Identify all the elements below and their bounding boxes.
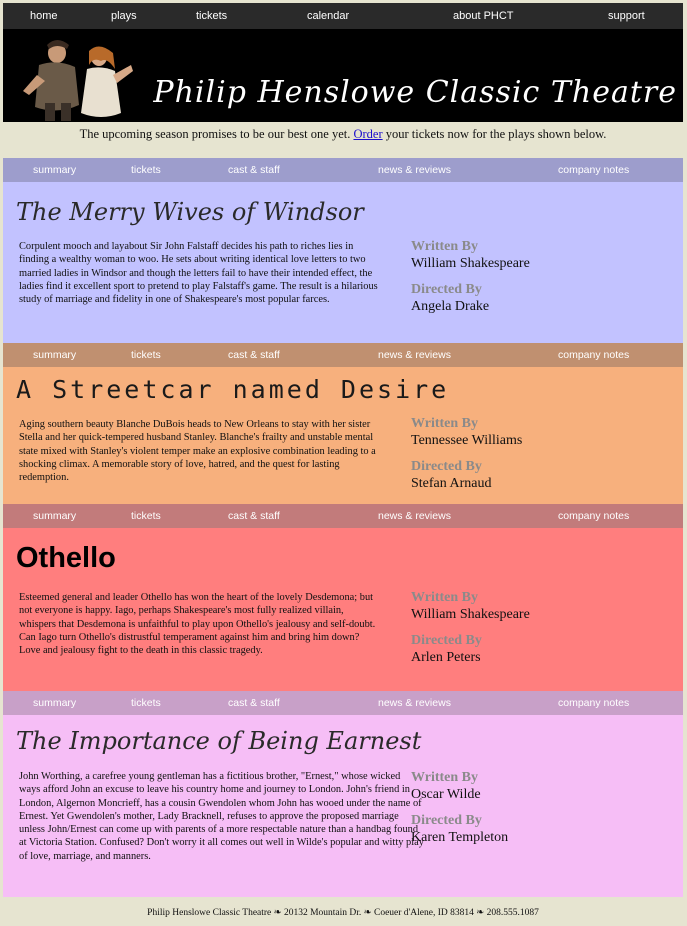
play-nav-earnest: summary tickets cast & staff news & revi… [3,691,683,715]
writer-name: Oscar Wilde [411,787,481,802]
play-nav-tickets[interactable]: tickets [131,697,161,709]
directed-by-label: Directed By [411,633,482,648]
play-streetcar: A Streetcar named Desire Aging southern … [3,367,683,504]
play-description: Esteemed general and leader Othello has … [19,592,376,657]
directed-by-label: Directed By [411,282,482,297]
play-description: Aging southern beauty Blanche DuBois hea… [19,419,376,484]
play-nav-tickets[interactable]: tickets [131,349,161,361]
play-nav-company[interactable]: company notes [558,697,629,709]
play-title: A Streetcar named Desire [16,375,450,404]
intro-text-before: The upcoming season promises to be our b… [79,127,351,141]
play-nav-cast[interactable]: cast & staff [228,164,280,176]
play-title: The Importance of Being Earnest [16,727,422,755]
directed-by-label: Directed By [411,459,482,474]
directed-by-label: Directed By [411,813,482,828]
play-description: Corpulent mooch and layabout Sir John Fa… [19,241,378,306]
intro-text-after: your tickets now for the plays shown bel… [385,127,607,141]
play-nav-summary[interactable]: summary [33,697,76,709]
play-nav-cast[interactable]: cast & staff [228,510,280,522]
play-title: Othello [16,542,116,574]
play-credits: Written By Tennessee Williams Directed B… [411,415,522,501]
play-nav-company[interactable]: company notes [558,164,629,176]
order-link[interactable]: Order [353,127,382,141]
play-nav-cast[interactable]: cast & staff [228,349,280,361]
director-name: Karen Templeton [411,830,509,845]
nav-tickets[interactable]: tickets [196,10,227,22]
play-othello: Othello Esteemed general and leader Othe… [3,528,683,691]
written-by-label: Written By [411,590,479,605]
page-frame: home plays tickets calendar about PHCT s… [3,3,683,897]
writer-name: William Shakespeare [411,256,530,271]
director-name: Stefan Arnaud [411,476,492,491]
written-by-label: Written By [411,770,479,785]
written-by-label: Written By [411,239,479,254]
play-nav-company[interactable]: company notes [558,349,629,361]
director-name: Arlen Peters [411,650,481,665]
top-navigation: home plays tickets calendar about PHCT s… [3,3,683,29]
play-earnest: The Importance of Being Earnest John Wor… [3,715,683,897]
play-nav-summary[interactable]: summary [33,164,76,176]
nav-calendar[interactable]: calendar [307,10,349,22]
play-nav-othello: summary tickets cast & staff news & revi… [3,504,683,528]
play-nav-merry-wives: summary tickets cast & staff news & revi… [3,158,683,182]
play-credits: Written By William Shakespeare Directed … [411,238,530,324]
play-description: John Worthing, a carefree young gentlema… [19,771,424,862]
intro-message: The upcoming season promises to be our b… [3,122,683,158]
play-nav-streetcar: summary tickets cast & staff news & revi… [3,343,683,367]
nav-plays[interactable]: plays [111,10,137,22]
site-title: Philip Henslowe Classic Theatre [153,75,677,110]
written-by-label: Written By [411,416,479,431]
footer: Philip Henslowe Classic Theatre ❧ 20132 … [3,900,683,926]
play-nav-tickets[interactable]: tickets [131,510,161,522]
banner: Philip Henslowe Classic Theatre [3,29,683,122]
play-title: The Merry Wives of Windsor [16,198,364,226]
play-nav-news[interactable]: news & reviews [378,697,451,709]
play-credits: Written By William Shakespeare Directed … [411,589,530,675]
play-nav-news[interactable]: news & reviews [378,349,451,361]
play-merry-wives: The Merry Wives of Windsor Corpulent moo… [3,182,683,343]
director-name: Angela Drake [411,299,490,314]
writer-name: Tennessee Williams [411,433,523,448]
play-nav-cast[interactable]: cast & staff [228,697,280,709]
play-nav-news[interactable]: news & reviews [378,164,451,176]
play-nav-summary[interactable]: summary [33,510,76,522]
writer-name: William Shakespeare [411,607,530,622]
play-nav-summary[interactable]: summary [33,349,76,361]
nav-home[interactable]: home [30,10,58,22]
nav-about[interactable]: about PHCT [453,10,514,22]
play-nav-tickets[interactable]: tickets [131,164,161,176]
nav-support[interactable]: support [608,10,645,22]
play-nav-company[interactable]: company notes [558,510,629,522]
actors-photo [17,35,137,121]
play-nav-news[interactable]: news & reviews [378,510,451,522]
play-credits: Written By Oscar Wilde Directed By Karen… [411,769,508,855]
